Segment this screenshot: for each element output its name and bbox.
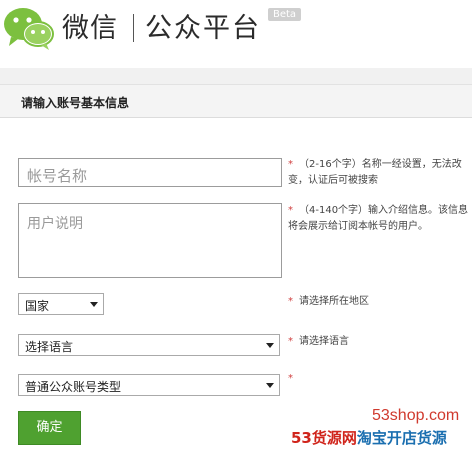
section-header: 请输入账号基本信息 xyxy=(0,84,472,118)
chevron-down-icon xyxy=(90,302,98,307)
brand-name: 微信 xyxy=(62,13,118,44)
language-select[interactable]: 选择语言 xyxy=(18,334,280,356)
chevron-down-icon xyxy=(266,343,274,348)
brand-subtitle: 公众平台 xyxy=(145,13,261,44)
language-hint: * 请选择语言 xyxy=(288,334,472,350)
account-type-select-value: 普通公众账号类型 xyxy=(25,380,122,394)
required-marker: * xyxy=(288,373,293,384)
watermark-red-text: 53货源网 xyxy=(291,429,357,447)
description-hint-text: （4-140个字）输入介绍信息。该信息将会展示给订阅本帐号的用户。 xyxy=(288,205,469,232)
region-select-value: 国家 xyxy=(25,299,50,313)
beta-badge: Beta xyxy=(268,8,302,21)
required-marker: * xyxy=(288,205,293,216)
chevron-down-icon xyxy=(266,383,274,388)
language-hint-text: 请选择语言 xyxy=(299,336,349,347)
submit-button[interactable]: 确定 xyxy=(18,411,81,445)
description-hint: * （4-140个字）输入介绍信息。该信息将会展示给订阅本帐号的用户。 xyxy=(288,203,472,235)
name-hint-text: （2-16个字）名称一经设置，无法改变，认证后可被搜索 xyxy=(288,159,462,186)
required-marker: * xyxy=(288,159,293,170)
type-hint: * xyxy=(288,371,472,387)
account-name-input[interactable]: 帐号名称 xyxy=(18,158,282,187)
region-select[interactable]: 国家 xyxy=(18,293,104,315)
watermark-line: 53货源网淘宝开店货源 xyxy=(291,427,447,448)
language-select-value: 选择语言 xyxy=(25,340,74,354)
wechat-logo-icon xyxy=(4,8,54,50)
brand-divider xyxy=(133,14,134,42)
required-marker: * xyxy=(288,336,293,347)
region-hint: * 请选择所在地区 xyxy=(288,294,472,310)
header-band xyxy=(0,68,472,84)
account-type-select[interactable]: 普通公众账号类型 xyxy=(18,374,280,396)
description-textarea[interactable]: 用户说明 xyxy=(18,203,282,278)
required-marker: * xyxy=(288,296,293,307)
watermark-url: 53shop.com xyxy=(372,407,460,424)
region-hint-text: 请选择所在地区 xyxy=(299,296,369,307)
watermark-blue-text: 淘宝开店货源 xyxy=(356,429,447,447)
section-title: 请输入账号基本信息 xyxy=(21,96,130,110)
name-hint: * （2-16个字）名称一经设置，无法改变，认证后可被搜索 xyxy=(288,157,472,189)
